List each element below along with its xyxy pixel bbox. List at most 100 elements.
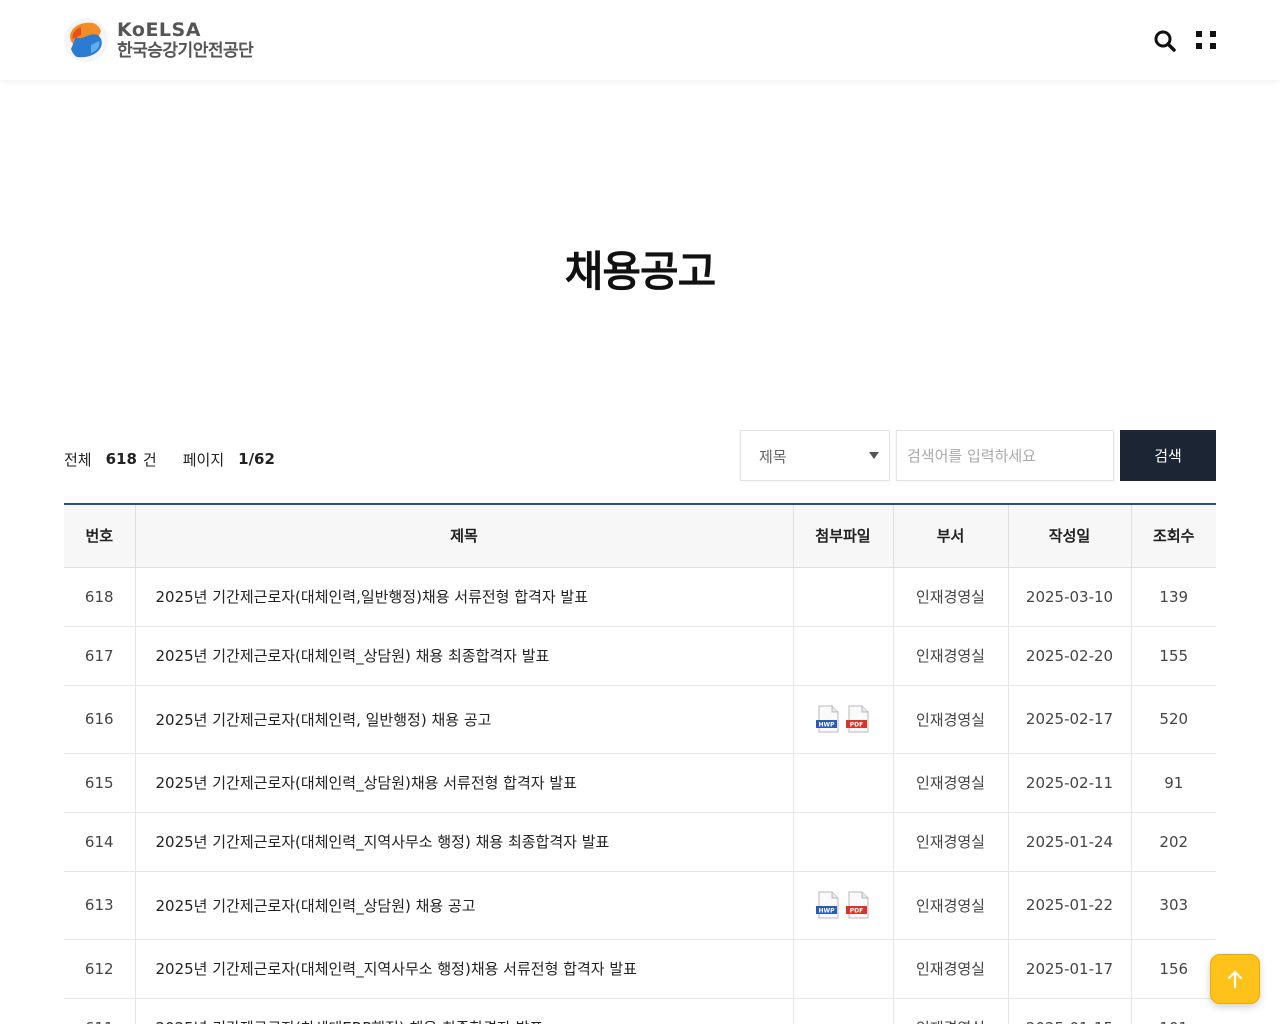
- total-unit: 건: [142, 450, 157, 469]
- row-attachments: [792, 567, 893, 627]
- header-title: 제목: [134, 504, 793, 568]
- hwp-badge-label: HWP: [818, 722, 835, 729]
- row-number: 612: [64, 939, 135, 999]
- row-views: 156: [1130, 939, 1216, 999]
- row-department: 인재경영실: [892, 567, 1008, 627]
- logo-english-name: KoELSA: [117, 18, 201, 41]
- row-title-cell: 2025년 기간제근로자(대체인력_상담원) 채용 최종합격자 발표: [134, 626, 793, 686]
- site-header: KoELSA 한국승강기안전공단: [0, 0, 1280, 80]
- pdf-badge-label: PDF: [850, 908, 863, 915]
- row-title-link[interactable]: 2025년 기간제근로자(대체인력, 일반행정) 채용 공고: [156, 711, 492, 729]
- row-title-link[interactable]: 2025년 기간제근로자(대체인력_상담원) 채용 공고: [156, 897, 476, 915]
- row-attachments: HWP PDF: [792, 685, 893, 754]
- row-number: 614: [64, 812, 135, 872]
- hwp-file-icon[interactable]: HWP: [816, 891, 840, 919]
- row-title-cell: 2025년 기간제근로자(대체인력_상담원) 채용 공고: [134, 871, 793, 940]
- row-department: 인재경영실: [892, 871, 1008, 940]
- row-department: 인재경영실: [892, 998, 1008, 1024]
- total-label: 전체: [64, 450, 92, 469]
- pdf-file-icon[interactable]: PDF: [846, 705, 870, 733]
- logo-korean-name: 한국승강기안전공단: [117, 40, 254, 61]
- row-number: 618: [64, 567, 135, 627]
- row-title-cell: 2025년 기간제근로자(대체인력_상담원)채용 서류전형 합격자 발표: [134, 753, 793, 813]
- table-row[interactable]: 611 2025년 기간제근로자(차세대ERP행정) 채용 최종합격자 발표 인재경…: [64, 998, 1216, 1024]
- row-date: 2025-02-20: [1007, 626, 1131, 686]
- table-row[interactable]: 617 2025년 기간제근로자(대체인력_상담원) 채용 최종합격자 발표 인재경…: [64, 626, 1216, 686]
- pdf-file-icon[interactable]: PDF: [846, 891, 870, 919]
- row-attachments: HWP PDF: [792, 871, 893, 940]
- header-attachment: 첨부파일: [792, 504, 893, 568]
- pdf-badge-label: PDF: [850, 722, 863, 729]
- site-logo[interactable]: KoELSA 한국승강기안전공단: [63, 16, 273, 64]
- row-department: 인재경영실: [892, 626, 1008, 686]
- row-views: 202: [1130, 812, 1216, 872]
- table-row[interactable]: 616 2025년 기간제근로자(대체인력, 일반행정) 채용 공고 HWP PDF 인…: [64, 685, 1216, 754]
- row-department: 인재경영실: [892, 685, 1008, 754]
- board-summary: 전체 618 건 페이지 1/62: [64, 447, 281, 471]
- row-title-link[interactable]: 2025년 기간제근로자(차세대ERP행정) 채용 최종합격자 발표: [156, 1019, 544, 1024]
- table-row[interactable]: 614 2025년 기간제근로자(대체인력_지역사무소 행정) 채용 최종합격자 …: [64, 812, 1216, 872]
- header-views: 조회수: [1130, 504, 1216, 568]
- row-attachments: [792, 753, 893, 813]
- grid-menu-icon[interactable]: [1194, 29, 1218, 53]
- page-label: 페이지: [182, 450, 225, 469]
- row-views: 91: [1130, 753, 1216, 813]
- row-number: 617: [64, 626, 135, 686]
- caret-down-icon: [869, 452, 879, 459]
- row-attachments: [792, 939, 893, 999]
- table-row[interactable]: 615 2025년 기간제근로자(대체인력_상담원)채용 서류전형 합격자 발표 인…: [64, 753, 1216, 813]
- row-title-cell: 2025년 기간제근로자(대체인력_지역사무소 행정) 채용 최종합격자 발표: [134, 812, 793, 872]
- row-number: 616: [64, 685, 135, 754]
- header-department: 부서: [892, 504, 1008, 568]
- koelsa-logo-mark-icon: [64, 18, 108, 62]
- row-title-cell: 2025년 기간제근로자(대체인력,일반행정)채용 서류전형 합격자 발표: [134, 567, 793, 627]
- total-count: 618: [105, 450, 137, 468]
- table-row[interactable]: 613 2025년 기간제근로자(대체인력_상담원) 채용 공고 HWP PDF 인재경…: [64, 871, 1216, 940]
- table-row[interactable]: 618 2025년 기간제근로자(대체인력,일반행정)채용 서류전형 합격자 발표…: [64, 567, 1216, 627]
- header-number: 번호: [64, 504, 135, 568]
- row-views: 139: [1130, 567, 1216, 627]
- page-indicator: 1/62: [238, 450, 275, 468]
- row-title-cell: 2025년 기간제근로자(대체인력_지역사무소 행정)채용 서류전형 합격자 발…: [134, 939, 793, 999]
- header-date: 작성일: [1007, 504, 1131, 568]
- row-title-cell: 2025년 기간제근로자(대체인력, 일반행정) 채용 공고: [134, 685, 793, 754]
- table-row[interactable]: 612 2025년 기간제근로자(대체인력_지역사무소 행정)채용 서류전형 합격…: [64, 939, 1216, 999]
- row-number: 611: [64, 998, 135, 1024]
- row-views: 155: [1130, 626, 1216, 686]
- job-posting-table: 번호 제목 첨부파일 부서 작성일 조회수 618 2025년 기간제근로자(대체…: [64, 503, 1216, 1024]
- row-department: 인재경영실: [892, 753, 1008, 813]
- page-title: 채용공고: [564, 247, 717, 296]
- search-button[interactable]: 검색: [1120, 430, 1216, 481]
- row-date: 2025-01-17: [1007, 939, 1131, 999]
- search-field-selected: 제목: [759, 448, 787, 466]
- search-icon[interactable]: [1152, 28, 1178, 54]
- row-title-link[interactable]: 2025년 기간제근로자(대체인력_상담원)채용 서류전형 합격자 발표: [156, 774, 577, 792]
- row-date: 2025-02-11: [1007, 753, 1131, 813]
- row-title-cell: 2025년 기간제근로자(차세대ERP행정) 채용 최종합격자 발표: [134, 998, 793, 1024]
- hwp-badge-label: HWP: [818, 908, 835, 915]
- row-attachments: [792, 626, 893, 686]
- row-title-link[interactable]: 2025년 기간제근로자(대체인력_지역사무소 행정)채용 서류전형 합격자 발…: [156, 960, 637, 978]
- row-date: 2025-01-24: [1007, 812, 1131, 872]
- row-attachments: [792, 812, 893, 872]
- row-views: 101: [1130, 998, 1216, 1024]
- row-department: 인재경영실: [892, 939, 1008, 999]
- scroll-top-button[interactable]: [1210, 954, 1260, 1004]
- row-views: 520: [1130, 685, 1216, 754]
- row-department: 인재경영실: [892, 812, 1008, 872]
- row-attachments: [792, 998, 893, 1024]
- row-title-link[interactable]: 2025년 기간제근로자(대체인력_상담원) 채용 최종합격자 발표: [156, 647, 550, 665]
- row-date: 2025-03-10: [1007, 567, 1131, 627]
- row-date: 2025-01-15: [1007, 998, 1131, 1024]
- search-field-select[interactable]: 제목: [740, 430, 890, 481]
- table-header-row: 번호 제목 첨부파일 부서 작성일 조회수: [64, 504, 1216, 568]
- row-number: 613: [64, 871, 135, 940]
- hwp-file-icon[interactable]: HWP: [816, 705, 840, 733]
- row-views: 303: [1130, 871, 1216, 940]
- row-title-link[interactable]: 2025년 기간제근로자(대체인력,일반행정)채용 서류전형 합격자 발표: [156, 588, 589, 606]
- row-title-link[interactable]: 2025년 기간제근로자(대체인력_지역사무소 행정) 채용 최종합격자 발표: [156, 833, 610, 851]
- search-input[interactable]: [896, 430, 1114, 481]
- row-number: 615: [64, 753, 135, 813]
- row-date: 2025-01-22: [1007, 871, 1131, 940]
- row-date: 2025-02-17: [1007, 685, 1131, 754]
